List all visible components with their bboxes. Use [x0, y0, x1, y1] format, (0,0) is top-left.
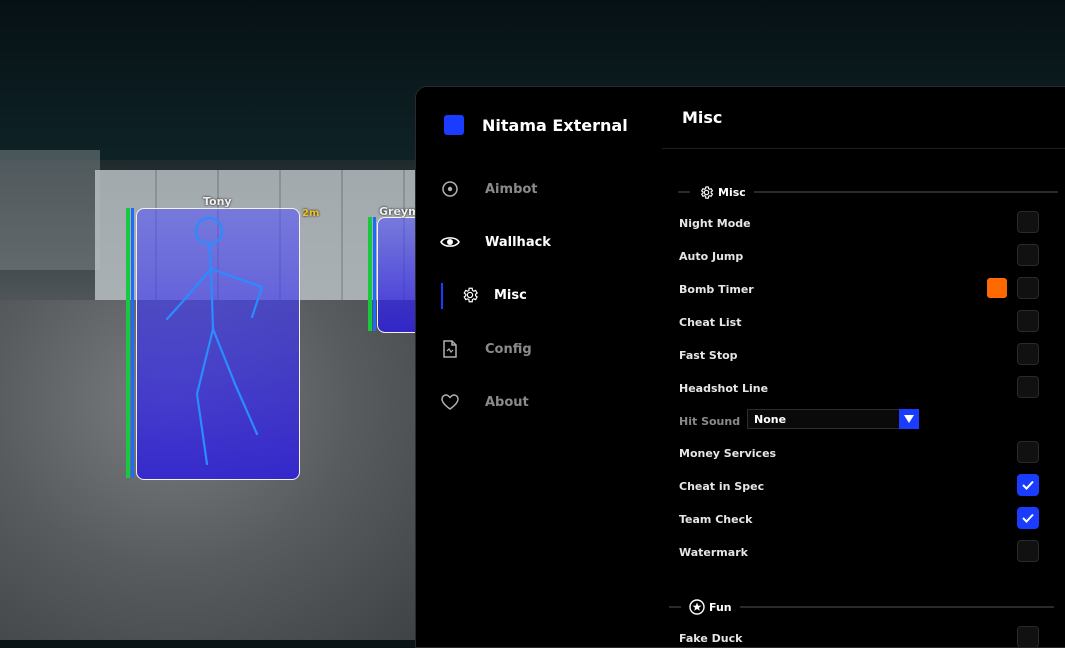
target-icon [440, 179, 460, 199]
option-label: Bomb Timer [679, 282, 754, 296]
option-label: Cheat List [679, 315, 742, 329]
fast-stop-checkbox[interactable] [1017, 343, 1039, 365]
option-fast-stop: Fast Stop [679, 343, 1039, 367]
fake-duck-checkbox[interactable] [1017, 626, 1039, 647]
sidebar-item-misc[interactable]: Misc [460, 281, 660, 309]
gear-icon [698, 184, 714, 200]
option-label: Hit Sound [679, 414, 741, 428]
page-title: Misc [682, 108, 723, 127]
sidebar-item-label: Misc [494, 287, 527, 303]
star-circle-icon [689, 599, 705, 615]
section-header-fun: Fun [669, 598, 1054, 616]
esp-player-name: Tony [203, 195, 232, 208]
gear-icon [460, 285, 480, 305]
divider [739, 606, 1054, 608]
section-label: Fun [709, 600, 732, 614]
eye-icon [440, 232, 460, 252]
section-label: Misc [718, 185, 746, 199]
sidebar: Nitama External Aimbot Wallhack Misc Con… [416, 87, 663, 647]
divider [753, 191, 1058, 193]
active-indicator [441, 283, 443, 309]
money-services-checkbox[interactable] [1017, 441, 1039, 463]
wall-left [0, 150, 100, 270]
bomb-timer-color-picker[interactable] [987, 278, 1007, 298]
cheat-list-checkbox[interactable] [1017, 310, 1039, 332]
sidebar-item-config[interactable]: Config [440, 335, 640, 363]
option-hit-sound: Hit Sound None [679, 409, 1039, 433]
option-label: Headshot Line [679, 381, 769, 395]
check-icon [1022, 513, 1034, 523]
option-auto-jump: Auto Jump [679, 244, 1039, 268]
night-mode-checkbox[interactable] [1017, 211, 1039, 233]
watermark-checkbox[interactable] [1017, 540, 1039, 562]
divider [678, 191, 690, 193]
content-header: Misc [662, 87, 1065, 149]
option-label: Watermark [679, 545, 748, 559]
option-bomb-timer: Bomb Timer [679, 277, 1039, 301]
option-label: Night Mode [679, 216, 751, 230]
option-label: Cheat in Spec [679, 479, 765, 493]
headshot-line-checkbox[interactable] [1017, 376, 1039, 398]
chevron-down-icon[interactable] [899, 409, 919, 429]
sidebar-item-wallhack[interactable]: Wallhack [440, 228, 640, 256]
option-money-services: Money Services [679, 441, 1039, 465]
sidebar-item-label: About [485, 394, 529, 410]
option-cheat-in-spec: Cheat in Spec [679, 474, 1039, 498]
hit-sound-select[interactable]: None [747, 409, 919, 429]
divider [669, 606, 681, 608]
bomb-timer-checkbox[interactable] [1017, 277, 1039, 299]
option-label: Auto Jump [679, 249, 744, 263]
esp-player-distance: 2m [302, 208, 320, 219]
content-panel: Misc Misc Night Mode Auto Jump Bomb Time… [662, 87, 1065, 647]
option-label: Team Check [679, 512, 753, 526]
sidebar-item-label: Wallhack [485, 234, 551, 250]
auto-jump-checkbox[interactable] [1017, 244, 1039, 266]
esp-health-bar [368, 217, 372, 331]
option-label: Money Services [679, 446, 777, 460]
section-header-misc: Misc [678, 183, 1058, 201]
esp-health-bar [126, 208, 130, 478]
team-check-checkbox[interactable] [1017, 507, 1039, 529]
option-team-check: Team Check [679, 507, 1039, 531]
esp-player-name: Greym [379, 205, 420, 218]
heart-icon [440, 392, 460, 412]
sidebar-item-label: Aimbot [485, 181, 538, 197]
check-icon [1022, 480, 1034, 490]
option-label: Fake Duck [679, 631, 743, 645]
esp-skeleton [165, 216, 264, 466]
brand: Nitama External [444, 115, 628, 135]
option-night-mode: Night Mode [679, 211, 1039, 235]
logo-square-icon [444, 115, 464, 135]
option-fake-duck: Fake Duck [679, 626, 1039, 647]
sidebar-item-label: Config [485, 341, 532, 357]
cheat-menu-window: Nitama External Aimbot Wallhack Misc Con… [415, 86, 1065, 648]
esp-box-player [136, 208, 300, 480]
sidebar-item-about[interactable]: About [440, 388, 640, 416]
cheat-in-spec-checkbox[interactable] [1017, 474, 1039, 496]
file-icon [440, 339, 460, 359]
esp-armor-bar [131, 208, 134, 478]
option-cheat-list: Cheat List [679, 310, 1039, 334]
option-headshot-line: Headshot Line [679, 376, 1039, 400]
sidebar-item-aimbot[interactable]: Aimbot [440, 175, 640, 203]
option-watermark: Watermark [679, 540, 1039, 564]
esp-armor-bar [373, 217, 376, 331]
app-title: Nitama External [482, 115, 628, 135]
select-value: None [754, 412, 787, 426]
option-label: Fast Stop [679, 348, 738, 362]
